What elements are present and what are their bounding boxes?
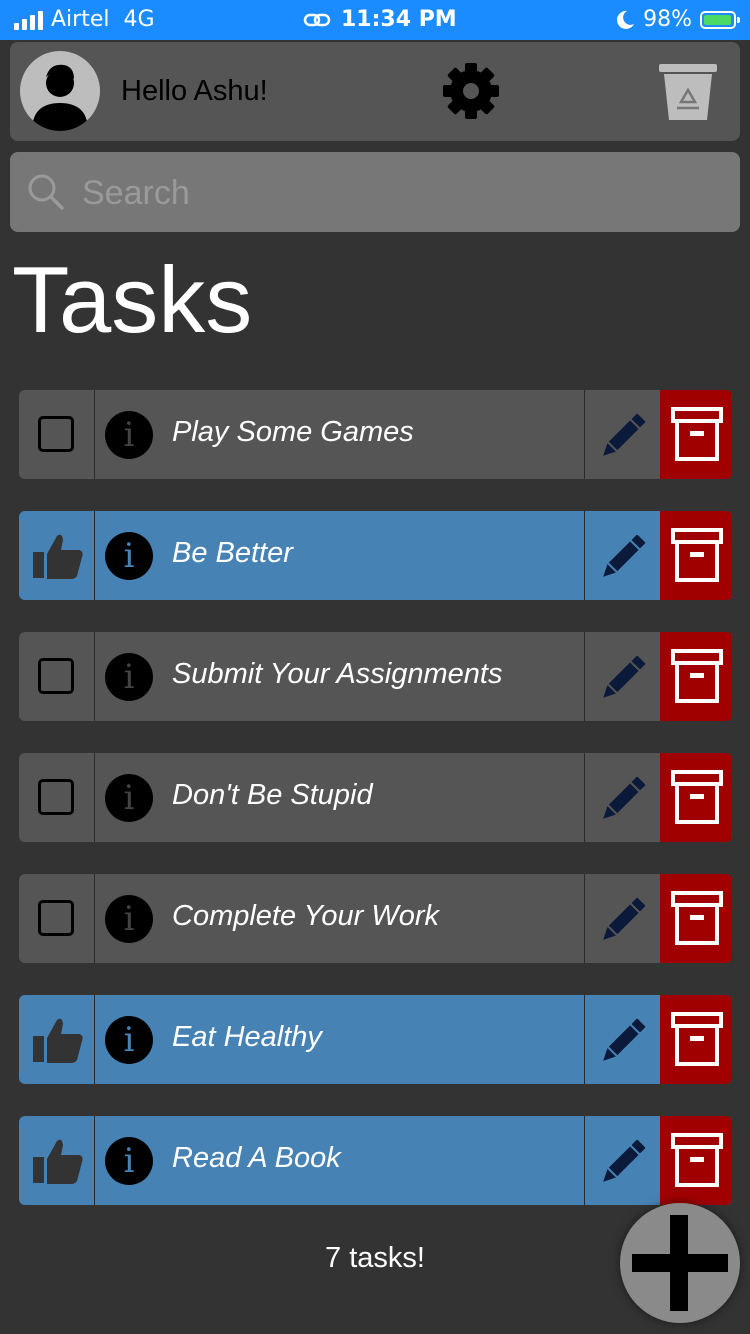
task-status-toggle[interactable]	[19, 753, 95, 842]
search-input[interactable]	[80, 168, 704, 218]
network-type: 4G	[123, 7, 155, 32]
add-task-button[interactable]	[620, 1203, 740, 1323]
task-status-toggle[interactable]	[19, 1116, 95, 1205]
gear-icon[interactable]	[441, 61, 501, 121]
task-status-toggle[interactable]	[19, 390, 95, 479]
clock: 11:34 PM	[341, 7, 457, 32]
info-icon[interactable]: i	[105, 653, 153, 701]
archive-task-button[interactable]	[660, 390, 732, 479]
task-status-toggle[interactable]	[19, 511, 95, 600]
page-title: Tasks	[12, 247, 253, 352]
task-row[interactable]: i Don't Be Stupid	[19, 753, 732, 842]
edit-task-button[interactable]	[584, 874, 659, 963]
task-title: Play Some Games	[172, 416, 414, 448]
thumbs-up-icon[interactable]	[31, 1016, 85, 1069]
archive-task-button[interactable]	[660, 753, 732, 842]
edit-task-button[interactable]	[584, 390, 659, 479]
task-checkbox[interactable]	[38, 416, 74, 452]
greeting-text: Hello Ashu!	[121, 75, 268, 107]
task-status-toggle[interactable]	[19, 632, 95, 721]
archive-task-button[interactable]	[660, 874, 732, 963]
task-title: Submit Your Assignments	[172, 658, 503, 690]
task-status-toggle[interactable]	[19, 995, 95, 1084]
archive-task-button[interactable]	[660, 995, 732, 1084]
info-icon[interactable]: i	[105, 411, 153, 459]
info-icon[interactable]: i	[105, 895, 153, 943]
archive-task-button[interactable]	[660, 511, 732, 600]
task-row[interactable]: i Submit Your Assignments	[19, 632, 732, 721]
edit-task-button[interactable]	[584, 1116, 659, 1205]
task-title: Be Better	[172, 537, 293, 569]
task-row[interactable]: i Play Some Games	[19, 390, 732, 479]
edit-task-button[interactable]	[584, 632, 659, 721]
edit-task-button[interactable]	[584, 753, 659, 842]
task-title: Don't Be Stupid	[172, 779, 373, 811]
task-row[interactable]: i Eat Healthy	[19, 995, 732, 1084]
info-icon[interactable]: i	[105, 532, 153, 580]
signal-icon	[14, 10, 43, 30]
task-row[interactable]: i Read A Book	[19, 1116, 732, 1205]
task-status-toggle[interactable]	[19, 874, 95, 963]
task-checkbox[interactable]	[38, 658, 74, 694]
task-checkbox[interactable]	[38, 900, 74, 936]
user-icon[interactable]	[20, 51, 100, 131]
task-title: Read A Book	[172, 1142, 341, 1174]
header-bar: Hello Ashu!	[10, 42, 740, 141]
info-icon[interactable]: i	[105, 774, 153, 822]
archive-task-button[interactable]	[660, 632, 732, 721]
link-icon	[303, 13, 331, 26]
carrier-name: Airtel	[51, 7, 110, 32]
task-title: Complete Your Work	[172, 900, 440, 932]
edit-task-button[interactable]	[584, 995, 659, 1084]
task-row[interactable]: i Be Better	[19, 511, 732, 600]
search-bar	[10, 152, 740, 232]
recycle-bin-icon[interactable]	[655, 60, 721, 122]
thumbs-up-icon[interactable]	[31, 1137, 85, 1190]
task-row[interactable]: i Complete Your Work	[19, 874, 732, 963]
info-icon[interactable]: i	[105, 1016, 153, 1064]
thumbs-up-icon[interactable]	[31, 532, 85, 585]
battery-percent: 98%	[643, 7, 692, 32]
task-checkbox[interactable]	[38, 779, 74, 815]
moon-icon	[617, 10, 635, 29]
edit-task-button[interactable]	[584, 511, 659, 600]
battery-icon	[700, 10, 740, 29]
status-bar: Airtel 4G 11:34 PM 98%	[0, 0, 750, 40]
task-title: Eat Healthy	[172, 1021, 322, 1053]
archive-task-button[interactable]	[660, 1116, 732, 1205]
search-icon	[28, 174, 64, 210]
info-icon[interactable]: i	[105, 1137, 153, 1185]
